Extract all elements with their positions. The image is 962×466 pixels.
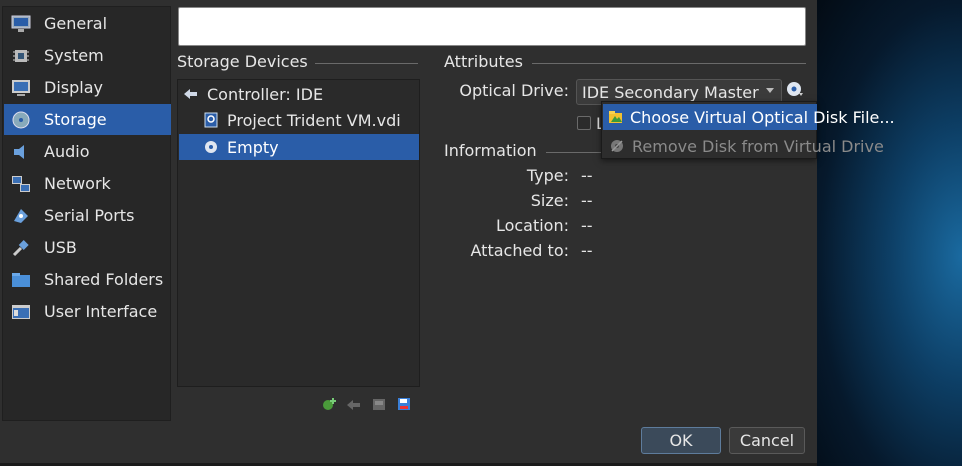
- tree-row-label: Controller: IDE: [207, 84, 324, 104]
- info-size-label: Size:: [530, 191, 569, 210]
- nav-item-label: System: [44, 46, 104, 65]
- open-folder-icon: [608, 108, 624, 126]
- nav-item-network[interactable]: Network: [4, 168, 171, 199]
- live-cd-checkbox[interactable]: [577, 116, 591, 130]
- menu-item-label: Remove Disk from Virtual Drive: [632, 136, 884, 156]
- divider: [546, 152, 601, 153]
- menu-item-choose-disk-file[interactable]: Choose Virtual Optical Disk File...: [603, 104, 895, 130]
- nav-item-label: Storage: [44, 110, 107, 129]
- nav-item-label: USB: [44, 238, 77, 257]
- window-icon: [10, 301, 32, 323]
- nav-item-label: Display: [44, 78, 103, 97]
- optical-drive-value: IDE Secondary Master: [582, 82, 759, 102]
- name-input[interactable]: [178, 7, 806, 46]
- disk-icon: [10, 109, 32, 131]
- speaker-icon: [10, 141, 32, 163]
- nav-item-label: Shared Folders: [44, 270, 164, 289]
- information-title: Information: [444, 141, 537, 160]
- info-location-value: --: [581, 216, 593, 235]
- settings-dialog: General System Display Storage Audio Net…: [0, 0, 817, 466]
- info-location-label: Location:: [495, 216, 569, 235]
- tree-row-optical-drive[interactable]: Empty: [179, 134, 419, 160]
- add-controller-button[interactable]: [320, 397, 338, 415]
- tree-row-controller[interactable]: Controller: IDE: [179, 81, 419, 107]
- choose-disk-button[interactable]: [786, 82, 804, 100]
- tree-row-label: Project Trident VM.vdi: [227, 110, 401, 130]
- add-attachment-button[interactable]: [370, 397, 388, 415]
- nav-item-label: Network: [44, 174, 111, 193]
- usb-icon: [10, 237, 32, 259]
- menu-item-label: Choose Virtual Optical Disk File...: [630, 107, 895, 127]
- tree-row-label: Empty: [227, 137, 279, 157]
- info-attached-label: Attached to:: [470, 241, 570, 260]
- info-type-label: Type:: [526, 166, 569, 185]
- nav-item-general[interactable]: General: [4, 8, 171, 39]
- desktop-background: [817, 0, 962, 466]
- info-attached-value: --: [581, 241, 593, 260]
- display-icon: [10, 77, 32, 99]
- optical-disk-menu: Choose Virtual Optical Disk File... Remo…: [601, 101, 895, 159]
- nav-item-user-interface[interactable]: User Interface: [4, 296, 171, 327]
- chip-icon: [10, 45, 32, 67]
- nav-item-system[interactable]: System: [4, 40, 171, 71]
- hard-disk-icon: [203, 112, 219, 128]
- info-type-value: --: [581, 166, 593, 185]
- chevron-down-icon: [766, 88, 774, 93]
- nav-item-shared-folders[interactable]: Shared Folders: [4, 264, 171, 295]
- nav-item-usb[interactable]: USB: [4, 232, 171, 263]
- network-icon: [10, 173, 32, 195]
- settings-nav: General System Display Storage Audio Net…: [2, 6, 171, 421]
- nav-item-label: General: [44, 14, 108, 33]
- attributes-title: Attributes: [444, 52, 523, 71]
- divider: [315, 63, 418, 64]
- attachment-icon: [371, 396, 387, 416]
- nav-item-display[interactable]: Display: [4, 72, 171, 103]
- tree-row-hard-disk[interactable]: Project Trident VM.vdi: [179, 107, 419, 133]
- menu-item-remove-disk[interactable]: Remove Disk from Virtual Drive: [603, 133, 884, 159]
- monitor-icon: [10, 13, 32, 35]
- storage-devices-title: Storage Devices: [177, 52, 308, 71]
- remove-attachment-button[interactable]: [395, 397, 413, 415]
- cancel-button[interactable]: Cancel: [729, 427, 805, 454]
- nav-item-audio[interactable]: Audio: [4, 136, 171, 167]
- floppy-icon: [396, 396, 412, 416]
- eject-disc-icon: [608, 137, 626, 155]
- optical-disc-icon: [203, 139, 219, 155]
- nav-item-storage[interactable]: Storage: [4, 104, 171, 135]
- storage-tree: Controller: IDE Project Trident VM.vdi E…: [177, 79, 420, 387]
- add-icon: [321, 396, 337, 416]
- nav-item-serial-ports[interactable]: Serial Ports: [4, 200, 171, 231]
- remove-controller-button[interactable]: [345, 397, 363, 415]
- folder-icon: [10, 269, 32, 291]
- divider: [532, 63, 806, 64]
- nav-item-label: Audio: [44, 142, 90, 161]
- remove-icon: [346, 396, 362, 416]
- ok-button[interactable]: OK: [641, 427, 721, 454]
- optical-disc-menu-icon: [786, 80, 804, 102]
- nav-item-label: Serial Ports: [44, 206, 135, 225]
- ide-controller-icon: [183, 86, 199, 102]
- info-size-value: --: [581, 191, 593, 210]
- nav-item-label: User Interface: [44, 302, 158, 321]
- serial-icon: [10, 205, 32, 227]
- optical-drive-label: Optical Drive:: [459, 81, 569, 100]
